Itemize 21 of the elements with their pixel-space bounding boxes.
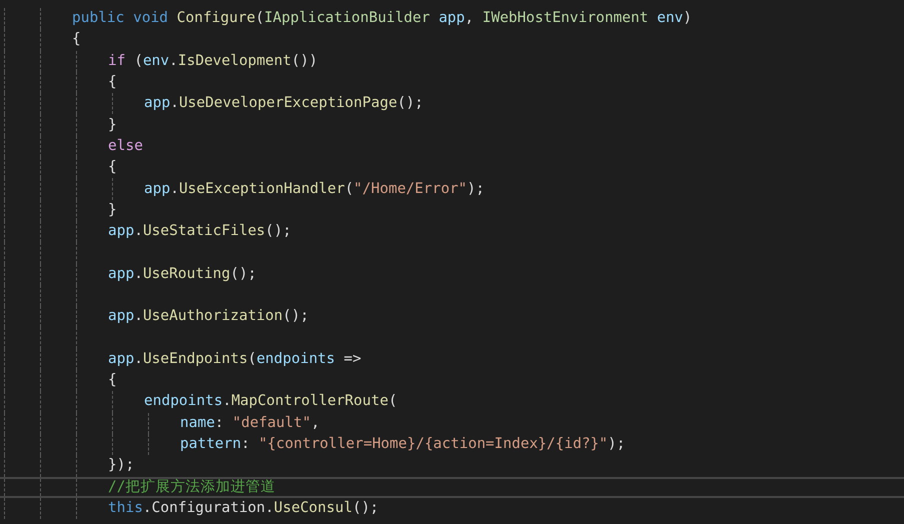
code-line: } bbox=[108, 116, 117, 135]
code-line: }); bbox=[108, 456, 134, 476]
code-line: { bbox=[108, 73, 117, 92]
code-line: app.UseAuthorization(); bbox=[108, 307, 309, 326]
code-line: this.Configuration.UseConsul(); bbox=[108, 498, 379, 518]
code-line: pattern: "{controller=Home}/{action=Index}/{id?}"); bbox=[180, 435, 626, 454]
code-line: { bbox=[108, 158, 117, 178]
code-line: app.UseExceptionHandler("/Home/Error"); bbox=[144, 180, 485, 199]
code-line: app.UseDeveloperExceptionPage(); bbox=[144, 94, 424, 114]
code-line: { bbox=[108, 371, 117, 390]
code-line: { bbox=[72, 30, 81, 50]
code-line: public void Configure(IApplicationBuilder app, IWebHostEnvironment env) bbox=[72, 9, 692, 28]
code-line: //把扩展方法添加进管道 bbox=[108, 478, 276, 496]
code-line: } bbox=[108, 200, 117, 220]
code-line: endpoints.MapControllerRoute( bbox=[144, 392, 398, 412]
code-line: app.UseEndpoints(endpoints => bbox=[108, 350, 362, 369]
code-line: app.UseRouting(); bbox=[108, 264, 256, 284]
code-line: app.UseStaticFiles(); bbox=[108, 222, 292, 242]
code-line: if (env.IsDevelopment()) bbox=[108, 52, 318, 71]
code-line: else bbox=[108, 136, 143, 156]
code-line: name: "default", bbox=[180, 414, 320, 433]
